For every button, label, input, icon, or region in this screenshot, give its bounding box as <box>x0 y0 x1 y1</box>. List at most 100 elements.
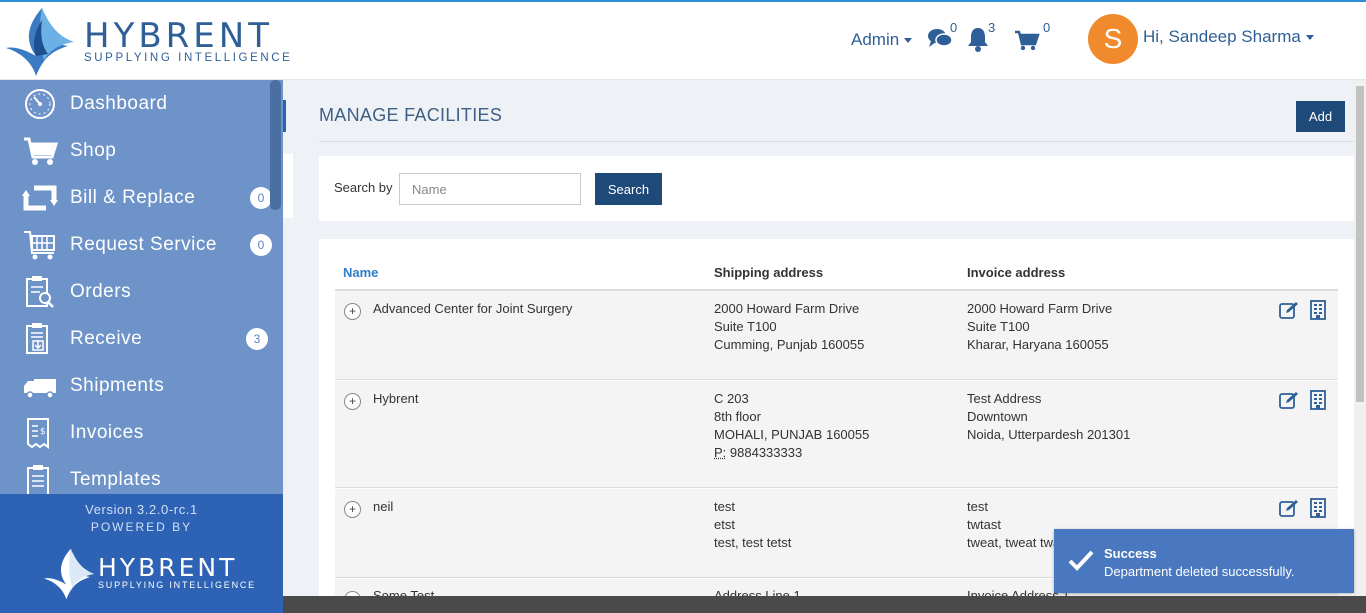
toast-message: Department deleted successfully. <box>1104 564 1295 579</box>
bottom-bar <box>283 596 1366 613</box>
top-header: HYBRENT SUPPLYING INTELLIGENCE Admin 0 3… <box>0 2 1366 80</box>
user-avatar[interactable]: S <box>1088 14 1138 64</box>
address-line: Suite T100 <box>714 319 777 334</box>
facility-name: Hybrent <box>373 391 419 406</box>
facility-name: neil <box>373 499 394 514</box>
sidebar-item-orders[interactable]: Orders <box>0 268 270 315</box>
sidebar-nav: Dashboard Shop Bill & Replace 0 Request … <box>0 80 283 494</box>
sidebar-item-label: Request Service <box>70 234 217 255</box>
search-input[interactable] <box>399 173 581 205</box>
expand-row-button[interactable]: + <box>344 501 361 518</box>
sidebar-scrollbar[interactable] <box>270 80 281 210</box>
sidebar-footer: Version 3.2.0-rc.1 POWERED BY HYBRENT SU… <box>0 494 283 613</box>
sidebar-item-shipments[interactable]: Shipments <box>0 362 270 409</box>
edit-icon[interactable] <box>1279 301 1299 319</box>
edit-icon[interactable] <box>1279 391 1299 409</box>
edit-icon[interactable] <box>1279 499 1299 517</box>
address-line: Suite T100 <box>967 319 1030 334</box>
main-content: MANAGE FACILITIES Add Search by Search N… <box>283 80 1354 596</box>
admin-menu[interactable]: Admin <box>851 30 913 50</box>
sidebar-item-templates[interactable]: Templates <box>0 456 270 494</box>
toast-title: Success <box>1104 546 1157 561</box>
address-line: Test Address <box>967 391 1042 406</box>
column-header-shipping: Shipping address <box>714 265 824 280</box>
cart-count: 0 <box>1043 20 1051 35</box>
svg-text:$: $ <box>40 427 46 437</box>
sidebar-item-bill-replace[interactable]: Bill & Replace 0 <box>0 174 272 221</box>
address-line: MOHALI, PUNJAB 160055 <box>714 427 870 442</box>
shipping-address: Address Line 1 <box>714 587 801 596</box>
address-line: test, test tetst <box>714 535 792 550</box>
address-line: Noida, Utterpardesh 201301 <box>967 427 1131 442</box>
table-row: + Hybrent C 203 8th floor MOHALI, PUNJAB… <box>335 381 1338 488</box>
chevron-down-icon <box>904 38 913 44</box>
column-header-name[interactable]: Name <box>343 265 378 280</box>
shipping-address: 2000 Howard Farm Drive Suite T100 Cummin… <box>714 300 864 354</box>
address-line: 2000 Howard Farm Drive <box>967 301 1113 316</box>
expand-row-button[interactable]: + <box>344 393 361 410</box>
table-row: + Advanced Center for Joint Surgery 2000… <box>335 291 1338 380</box>
building-icon[interactable] <box>1310 300 1326 320</box>
address-line: 8th floor <box>714 409 761 424</box>
building-icon[interactable] <box>1310 390 1326 410</box>
invoice-address: 2000 Howard Farm Drive Suite T100 Kharar… <box>967 300 1112 354</box>
add-facility-button[interactable]: Add <box>1296 101 1345 132</box>
phone-number: 9884333333 <box>726 445 803 460</box>
sidebar-item-label: Templates <box>70 469 162 490</box>
address-line: Cumming, Punjab 160055 <box>714 337 865 352</box>
sidebar-item-invoices[interactable]: $ Invoices <box>0 409 270 456</box>
footer-logo-wordmark: HYBRENT <box>98 553 238 582</box>
address-line: etst <box>714 517 735 532</box>
logo-bird-icon <box>6 8 74 76</box>
invoice-icon: $ <box>27 418 49 449</box>
invoice-address: Test Address Downtown Noida, Utterpardes… <box>967 390 1130 444</box>
service-icon <box>24 231 55 260</box>
messages-count: 0 <box>950 20 958 35</box>
sidebar-item-label: Shipments <box>70 375 165 396</box>
user-menu[interactable]: Hi, Sandeep Sharma <box>1143 27 1314 47</box>
shipping-address: C 203 8th floor MOHALI, PUNJAB 160055 P:… <box>714 390 869 462</box>
expand-row-button[interactable]: + <box>344 303 361 320</box>
address-line: Downtown <box>967 409 1028 424</box>
page-scrollbar[interactable] <box>1354 80 1366 596</box>
powered-by-label: POWERED BY <box>90 520 193 534</box>
replace-icon <box>22 185 58 211</box>
sidebar-item-label: Receive <box>70 328 143 349</box>
receive-icon <box>26 323 48 354</box>
truck-icon <box>24 379 56 399</box>
check-icon <box>1068 550 1094 571</box>
phone-label: P: <box>714 445 727 460</box>
address-line: test <box>967 499 988 514</box>
search-button[interactable]: Search <box>595 173 662 205</box>
footer-logo-tagline: SUPPLYING INTELLIGENCE <box>98 580 256 590</box>
cart-icon[interactable] <box>1014 30 1040 52</box>
facility-name: Advanced Center for Joint Surgery <box>373 301 573 316</box>
sidebar-item-label: Orders <box>70 281 132 302</box>
templates-icon <box>27 465 49 494</box>
address-line: Address Line 1 <box>714 588 801 596</box>
page-scrollbar-thumb[interactable] <box>1356 86 1364 402</box>
bell-icon[interactable] <box>966 26 990 52</box>
hybrent-logo[interactable]: HYBRENT SUPPLYING INTELLIGENCE <box>6 6 296 78</box>
sidebar-item-dashboard[interactable]: Dashboard <box>0 80 270 127</box>
sidebar-item-shop[interactable]: Shop <box>0 127 270 174</box>
chevron-down-icon <box>1305 35 1314 41</box>
phone-line: P: 9884333333 <box>714 444 869 462</box>
sidebar-item-receive[interactable]: Receive 3 <box>0 315 270 362</box>
building-icon[interactable] <box>1310 498 1326 518</box>
admin-menu-label: Admin <box>851 30 900 49</box>
sidebar-item-label: Invoices <box>70 422 144 443</box>
column-header-invoice: Invoice address <box>967 265 1066 280</box>
address-line: Kharar, Haryana 160055 <box>967 337 1109 352</box>
sidebar-item-request-service[interactable]: Request Service 0 <box>0 221 272 268</box>
cart-icon <box>24 137 58 165</box>
facility-name: Some Test <box>373 588 435 596</box>
address-line: twtast <box>967 517 1001 532</box>
logo-wordmark: HYBRENT <box>84 16 273 56</box>
success-toast[interactable]: Success Department deleted successfully. <box>1054 529 1354 593</box>
sidebar-item-label: Bill & Replace <box>70 187 196 208</box>
title-divider <box>319 141 1354 142</box>
address-line: test <box>714 499 735 514</box>
app-version: Version 3.2.0-rc.1 <box>85 502 198 517</box>
page-title: MANAGE FACILITIES <box>319 105 503 125</box>
